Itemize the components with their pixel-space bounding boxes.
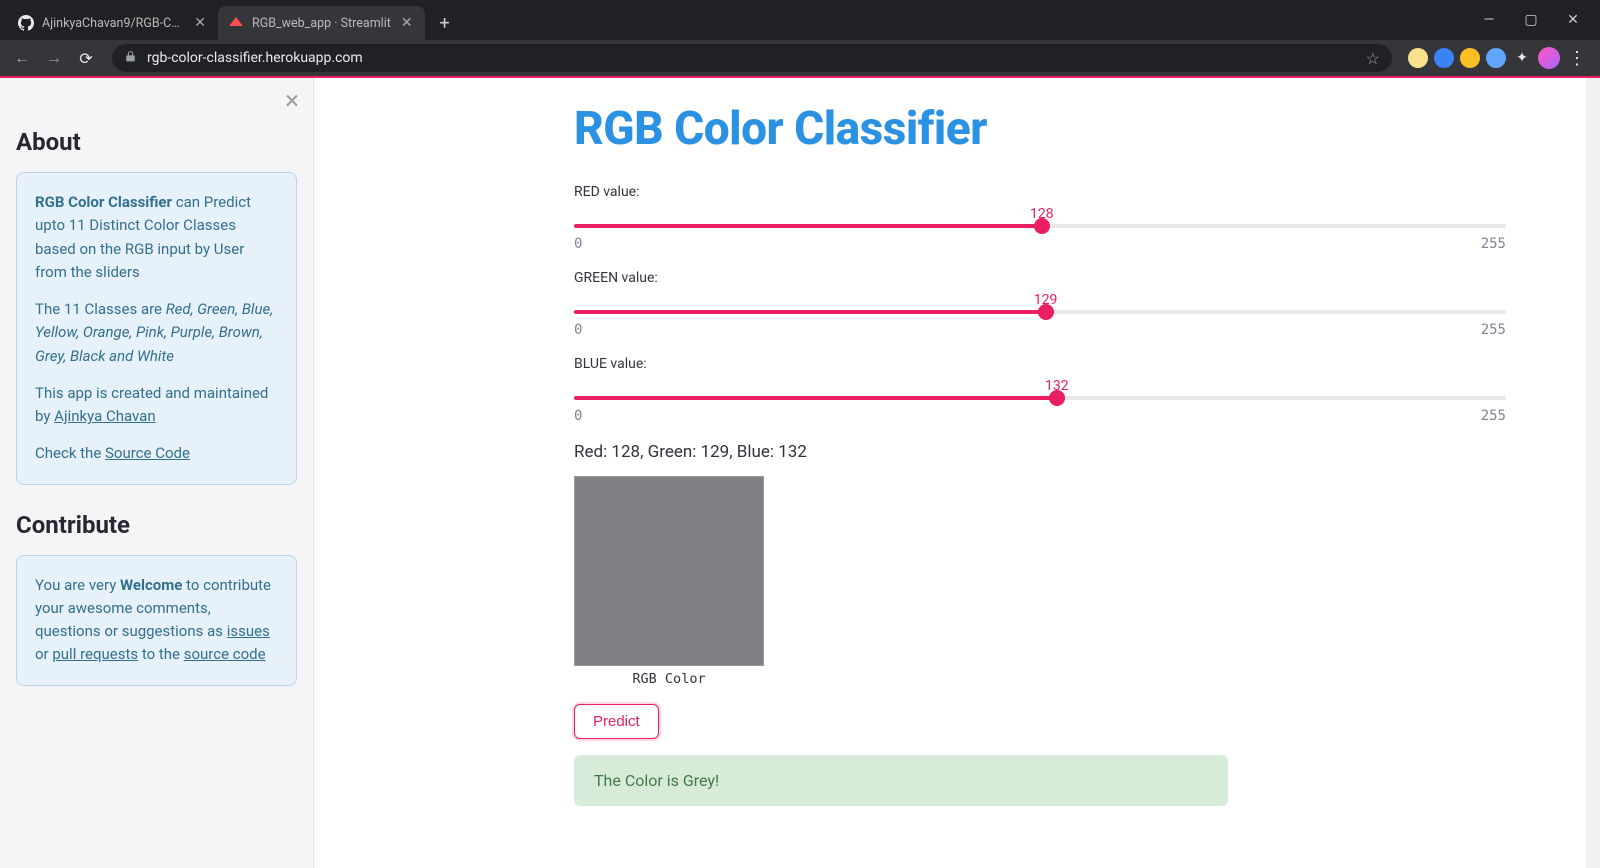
slider-label: BLUE value: [574,356,1506,372]
contribute-heading: Contribute [16,511,297,539]
new-tab-button[interactable]: + [431,9,459,37]
url-text: rgb-color-classifier.herokuapp.com [147,50,1356,66]
profile-avatar[interactable] [1538,47,1560,69]
author-link[interactable]: Ajinkya Chavan [54,407,155,425]
slider-max: 255 [1481,236,1506,252]
sidebar-close-icon[interactable]: × [285,88,299,114]
browser-menu-icon[interactable]: ⋮ [1566,48,1588,69]
about-box: RGB Color Classifier can Predict upto 11… [16,172,297,485]
extension-icons: ✦ ⋮ [1404,47,1592,69]
slider-min: 0 [574,322,582,338]
issues-link[interactable]: issues [227,622,270,640]
about-heading: About [16,128,297,156]
slider-min: 0 [574,408,582,424]
source-code-link-2[interactable]: source code [184,645,266,663]
tab-title: AjinkyaChavan9/RGB-Color-Class [42,16,184,31]
about-p3: This app is created and maintained by Aj… [35,382,278,429]
extension-icon[interactable] [1408,48,1428,68]
window-minimize[interactable]: — [1474,5,1504,35]
tab-github[interactable]: AjinkyaChavan9/RGB-Color-Class ✕ [8,6,218,40]
slider-track[interactable] [574,224,1506,228]
close-icon[interactable]: ✕ [192,13,208,33]
rgb-values-text: Red: 128, Green: 129, Blue: 132 [574,442,1506,462]
about-p2: The 11 Classes are Red, Green, Blue, Yel… [35,298,278,368]
address-bar[interactable]: rgb-color-classifier.herokuapp.com ☆ [112,44,1392,72]
slider-thumb[interactable] [1049,390,1065,406]
slider-red: RED value: 128 0 255 [574,184,1506,252]
slider-fill [574,310,1046,314]
swatch-caption: RGB Color [574,666,764,692]
slider-fill [574,224,1042,228]
main-content: RGB Color Classifier RED value: 128 0 25… [314,78,1586,868]
slider-thumb[interactable] [1038,304,1054,320]
predict-button[interactable]: Predict [574,704,659,739]
window-close[interactable]: ✕ [1558,5,1588,35]
slider-max: 255 [1481,408,1506,424]
forward-button[interactable]: → [40,44,68,72]
extensions-menu-icon[interactable]: ✦ [1512,50,1532,66]
contribute-p: You are very Welcome to contribute your … [35,574,278,667]
close-icon[interactable]: ✕ [399,13,415,33]
extension-icon[interactable] [1434,48,1454,68]
about-p4: Check the Source Code [35,442,278,465]
color-swatch [574,476,764,666]
slider-thumb[interactable] [1034,218,1050,234]
slider-blue: BLUE value: 132 0 255 [574,356,1506,424]
slider-label: GREEN value: [574,270,1506,286]
about-p1: RGB Color Classifier can Predict upto 11… [35,191,278,284]
slider-max: 255 [1481,322,1506,338]
extension-icon[interactable] [1460,48,1480,68]
slider-track[interactable] [574,310,1506,314]
slider-green: GREEN value: 129 0 255 [574,270,1506,338]
slider-fill [574,396,1057,400]
tab-strip: AjinkyaChavan9/RGB-Color-Class ✕ RGB_web… [0,0,1600,40]
color-swatch-box: RGB Color [574,476,764,692]
tab-title: RGB_web_app · Streamlit [252,16,391,31]
streamlit-icon [228,15,244,31]
reload-button[interactable]: ⟳ [72,44,100,72]
vertical-scrollbar[interactable] [1586,78,1600,868]
source-code-link[interactable]: Source Code [105,444,190,462]
sidebar: × About RGB Color Classifier can Predict… [0,78,314,868]
github-icon [18,15,34,31]
pull-requests-link[interactable]: pull requests [52,645,138,663]
lock-icon [124,50,137,66]
extension-icon[interactable] [1486,48,1506,68]
back-button[interactable]: ← [8,44,36,72]
bookmark-star-icon[interactable]: ☆ [1366,49,1380,68]
window-maximize[interactable]: ▢ [1516,5,1546,35]
slider-min: 0 [574,236,582,252]
contribute-box: You are very Welcome to contribute your … [16,555,297,686]
page-title: RGB Color Classifier [574,102,1506,156]
toolbar: ← → ⟳ rgb-color-classifier.herokuapp.com… [0,40,1600,76]
prediction-result: The Color is Grey! [574,755,1228,806]
slider-label: RED value: [574,184,1506,200]
slider-track[interactable] [574,396,1506,400]
tab-streamlit[interactable]: RGB_web_app · Streamlit ✕ [218,6,425,40]
